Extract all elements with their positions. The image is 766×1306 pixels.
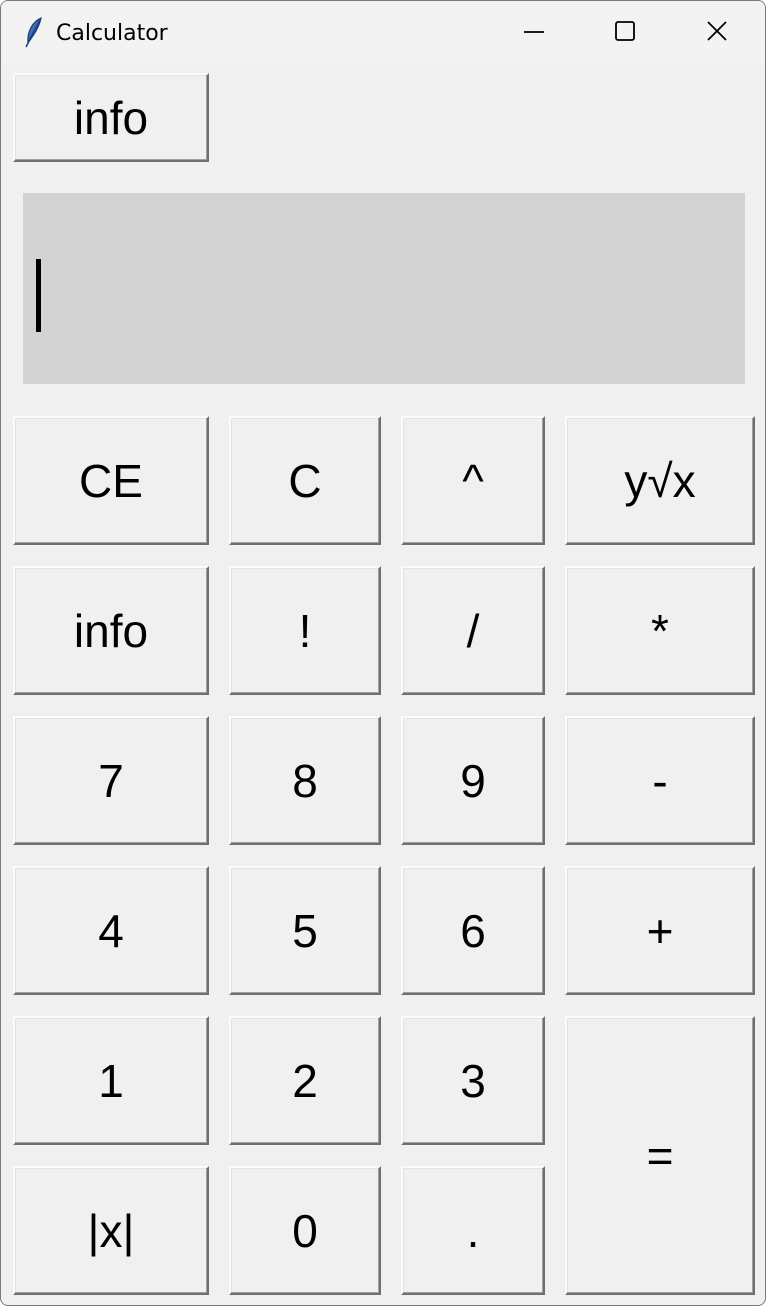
display-entry[interactable] xyxy=(23,193,745,384)
minimize-button[interactable] xyxy=(488,1,580,63)
close-button[interactable] xyxy=(671,1,763,63)
info-button[interactable]: info xyxy=(13,566,209,695)
power-button[interactable]: ^ xyxy=(401,416,545,545)
digit-5-button[interactable]: 5 xyxy=(229,866,381,995)
minimize-icon xyxy=(524,31,544,33)
multiply-button[interactable]: * xyxy=(565,566,755,695)
factorial-button[interactable]: ! xyxy=(229,566,381,695)
divide-button[interactable]: / xyxy=(401,566,545,695)
absolute-value-button[interactable]: |x| xyxy=(13,1166,209,1295)
root-button[interactable]: y√x xyxy=(565,416,755,545)
digit-3-button[interactable]: 3 xyxy=(401,1016,545,1145)
text-caret xyxy=(36,259,41,332)
clear-button[interactable]: C xyxy=(229,416,381,545)
digit-4-button[interactable]: 4 xyxy=(13,866,209,995)
plus-button[interactable]: + xyxy=(565,866,755,995)
digit-0-button[interactable]: 0 xyxy=(229,1166,381,1295)
digit-7-button[interactable]: 7 xyxy=(13,716,209,845)
digit-1-button[interactable]: 1 xyxy=(13,1016,209,1145)
digit-8-button[interactable]: 8 xyxy=(229,716,381,845)
info-button-top[interactable]: info xyxy=(13,73,209,162)
equals-button[interactable]: = xyxy=(565,1016,755,1295)
digit-2-button[interactable]: 2 xyxy=(229,1016,381,1145)
maximize-icon xyxy=(615,21,635,41)
close-icon xyxy=(707,21,727,41)
minus-button[interactable]: - xyxy=(565,716,755,845)
digit-9-button[interactable]: 9 xyxy=(401,716,545,845)
window-title: Calculator xyxy=(56,21,168,46)
title-bar[interactable]: Calculator xyxy=(1,1,765,63)
feather-icon xyxy=(23,16,45,48)
calculator-window: Calculator info CE C ^ y√x info ! / * 7 … xyxy=(0,0,766,1306)
digit-6-button[interactable]: 6 xyxy=(401,866,545,995)
clear-entry-button[interactable]: CE xyxy=(13,416,209,545)
decimal-point-button[interactable]: . xyxy=(401,1166,545,1295)
maximize-button[interactable] xyxy=(579,1,671,63)
